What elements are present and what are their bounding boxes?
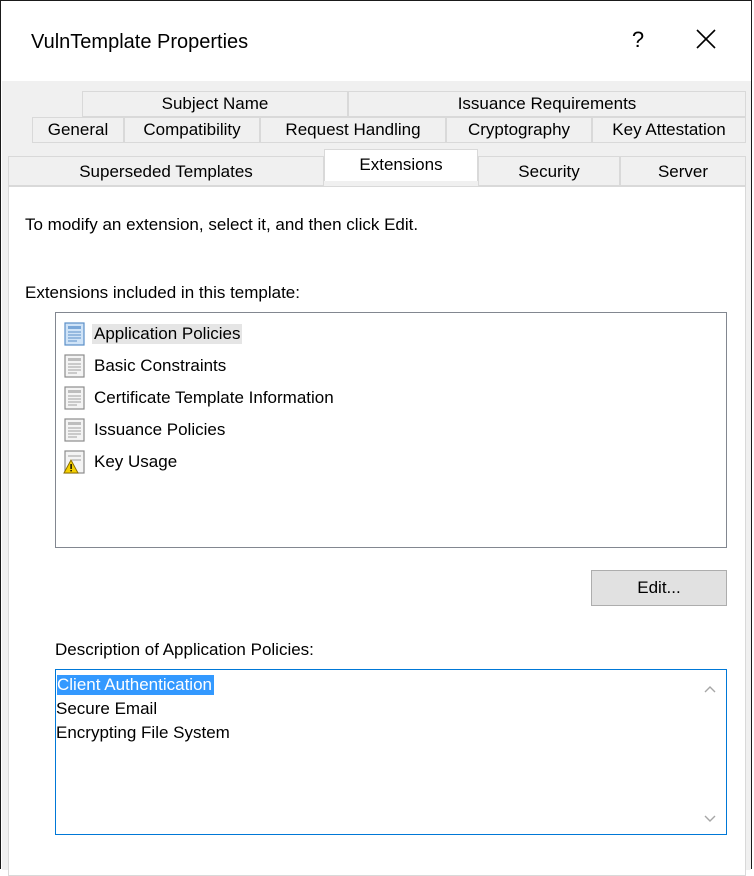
scroll-down-icon[interactable] — [702, 812, 718, 826]
description-line: Client Authentication — [57, 675, 214, 695]
tab-cryptography[interactable]: Cryptography — [446, 117, 592, 143]
list-item-label: Key Usage — [94, 452, 178, 471]
tab-request-handling[interactable]: Request Handling — [260, 117, 446, 143]
description-line: Encrypting File System — [56, 723, 230, 742]
tab-server[interactable]: Server — [620, 156, 746, 186]
list-item-application-policies[interactable]: Application Policies — [62, 319, 243, 349]
title-bar: VulnTemplate Properties ? — [1, 1, 751, 81]
tab-key-attestation[interactable]: Key Attestation — [592, 117, 746, 143]
extension-icon — [62, 417, 88, 443]
extensions-list-label: Extensions included in this template: — [25, 283, 300, 302]
extension-warning-icon — [62, 449, 88, 475]
extensions-panel: To modify an extension, select it, and t… — [8, 186, 746, 876]
window-title: VulnTemplate Properties — [31, 31, 249, 53]
dialog-body: Subject Name Issuance Requirements Gener… — [2, 81, 751, 876]
close-icon — [696, 29, 716, 49]
extension-icon — [62, 385, 88, 411]
tab-subject-name[interactable]: Subject Name — [82, 91, 348, 117]
extensions-list[interactable]: Application Policies Basic Constraints C… — [55, 312, 727, 548]
tab-extensions[interactable]: Extensions — [324, 149, 478, 181]
list-item-certificate-template-information[interactable]: Certificate Template Information — [62, 383, 336, 413]
description-line: Secure Email — [56, 699, 158, 718]
list-item-label: Certificate Template Information — [94, 388, 334, 407]
list-item-key-usage[interactable]: Key Usage — [62, 447, 179, 477]
extension-icon — [62, 353, 88, 379]
tab-issuance-requirements[interactable]: Issuance Requirements — [348, 91, 746, 117]
tab-superseded-templates[interactable]: Superseded Templates — [8, 156, 324, 186]
help-button[interactable]: ? — [623, 23, 653, 57]
list-item-basic-constraints[interactable]: Basic Constraints — [62, 351, 228, 381]
close-button[interactable] — [688, 21, 724, 57]
tab-compatibility[interactable]: Compatibility — [124, 117, 260, 143]
list-item-label: Issuance Policies — [94, 420, 226, 439]
list-item-label: Basic Constraints — [94, 356, 227, 375]
tab-security[interactable]: Security — [478, 156, 620, 186]
instruction-text: To modify an extension, select it, and t… — [25, 215, 419, 234]
extension-icon — [62, 321, 88, 347]
properties-dialog: VulnTemplate Properties ? Subject Name I… — [0, 0, 752, 876]
tab-general[interactable]: General — [32, 117, 124, 143]
scroll-up-icon[interactable] — [702, 682, 718, 696]
description-label: Description of Application Policies: — [55, 640, 314, 659]
list-item-label: Application Policies — [92, 324, 243, 344]
description-box[interactable]: Client Authentication Secure Email Encry… — [55, 669, 727, 835]
edit-button[interactable]: Edit... — [591, 570, 727, 606]
list-item-issuance-policies[interactable]: Issuance Policies — [62, 415, 227, 445]
